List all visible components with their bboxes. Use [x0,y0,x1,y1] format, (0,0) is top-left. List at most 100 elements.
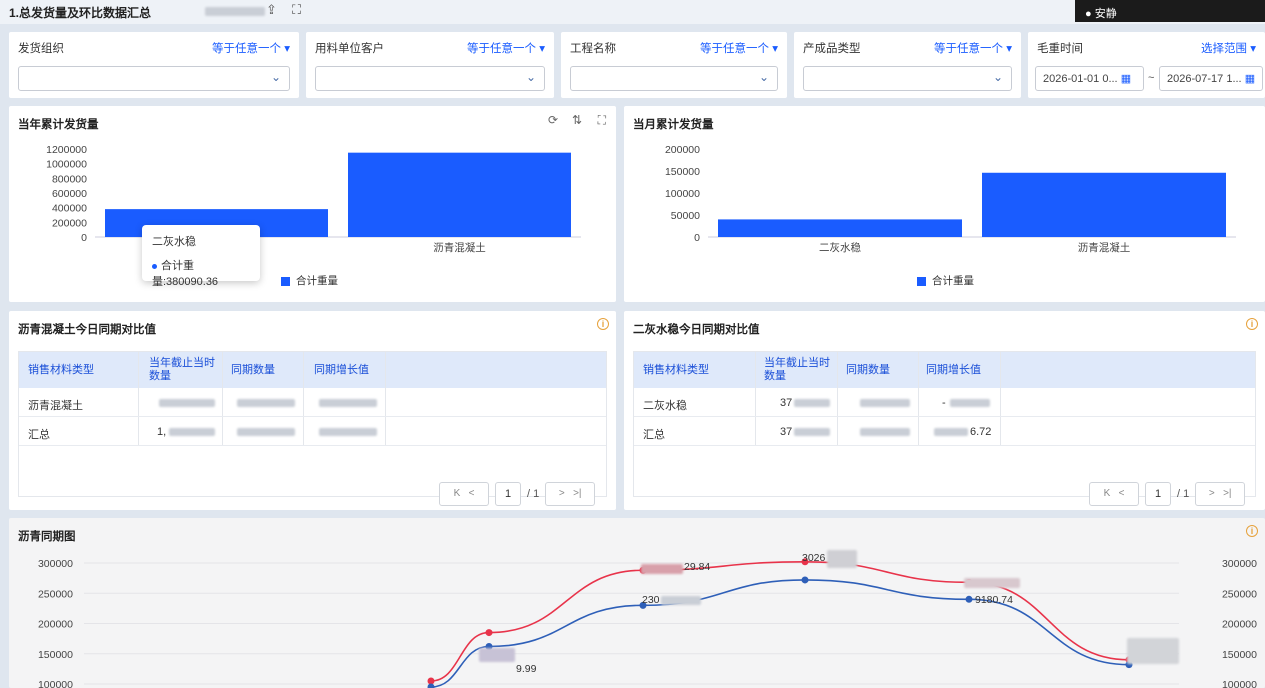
col-header[interactable]: 同期数量 [846,364,890,377]
redacted-cell [169,428,215,436]
table-row[interactable]: 沥青混凝土 [19,388,606,417]
pagination: K < 1 / 1 > >| [439,482,596,506]
y-tick-label: 0 [81,232,87,244]
redacted-cell [950,399,990,407]
redacted-cell [794,399,830,407]
redacted-label [641,564,683,574]
filter-mode[interactable]: 等于任意一个 ▾ [700,40,778,56]
date-end-value: 2026-07-17 1... [1167,73,1242,85]
table2-title: 二灰水稳今日同期对比值 [633,324,760,336]
filter-select[interactable]: ⌄ [570,66,778,91]
filter-mode[interactable]: 等于任意一个 ▾ [934,40,1012,56]
table-row[interactable]: 汇总 1, [19,417,606,446]
filter-product-type: 产成品类型 等于任意一个 ▾ ⌄ [794,32,1021,98]
year-chart-card: 当年累计发货量 ⟳ ⇅ ⛶ 1200000 1000000 800000 600000… [9,106,616,302]
filter-mode[interactable]: 等于任意一个 ▾ [467,40,545,56]
next-last-page-button[interactable]: > >| [545,482,596,506]
tooltip-value-row: 合计重量:380090.36 [152,257,250,289]
col-header[interactable]: 销售材料类型 [28,364,94,377]
col-header[interactable]: 同期增长值 [314,364,369,377]
info-icon[interactable]: i [597,318,609,330]
y-tick-label: 400000 [52,203,87,215]
y-tick-label: 100000 [38,679,73,688]
month-legend[interactable]: 合计重量 [917,273,974,288]
x-tick-label: 沥青混凝土 [433,241,486,254]
y-tick-label: 200000 [38,619,73,631]
info-icon[interactable]: i [1246,318,1258,330]
y-tick-label-right: 300000 [1222,558,1257,570]
legend-label: 合计重量 [296,275,338,287]
table-header-row: 销售材料类型 当年截止当时数量 同期数量 同期增长值 [634,352,1255,388]
redacted-cell [159,399,215,407]
redacted-title [205,7,265,16]
tooltip-value: 合计重量:380090.36 [152,260,219,288]
fullscreen-icon[interactable]: ⛶ [292,2,301,18]
year-legend[interactable]: 合计重量 [281,273,338,288]
page-number-input[interactable]: 1 [1145,482,1171,506]
series-point [965,595,973,603]
redacted-cell [237,428,295,436]
y-tick-label: 50000 [671,210,700,222]
point-label: 3026 [802,552,826,564]
page-title: 1.总发货量及环比数据汇总 [9,6,152,20]
col-header[interactable]: 同期数量 [231,364,275,377]
date-end[interactable]: 2026-07-17 1... ▦ [1159,66,1263,91]
filter-select[interactable]: ⌄ [803,66,1012,91]
redacted-cell [794,428,830,436]
table-row[interactable]: 汇总 37 6.72 [634,417,1255,446]
cell: 1, [157,426,167,438]
filter-org: 发货组织 等于任意一个 ▾ ⌄ [9,32,299,98]
legend-label: 合计重量 [932,275,974,287]
legend-swatch [281,276,290,286]
user-name: 安静 [1094,8,1117,20]
table1: 销售材料类型 当年截止当时数量 同期数量 同期增长值 沥青混凝土 汇总 1, K… [18,351,607,506]
cell: 6.72 [970,426,992,438]
y-tick-label-right: 150000 [1222,649,1257,661]
col-header[interactable]: 当年截止当时数量 [764,357,832,383]
filter-select[interactable]: ⌄ [315,66,545,91]
point-label: 230 [642,594,660,606]
col-header[interactable]: 当年截止当时数量 [149,357,217,383]
filter-weight-time: 毛重时间 选择范围 ▾ 2026-01-01 0... ▦ ~ 2026-07-… [1028,32,1265,98]
next-last-page-button[interactable]: > >| [1195,482,1246,506]
tooltip-category: 二灰水稳 [152,236,196,248]
calendar-icon: ▦ [1120,73,1132,85]
redacted-label [1127,638,1179,664]
y-tick-label-right: 200000 [1222,619,1257,631]
y-tick-label: 100000 [665,188,700,200]
cell: 二灰水稳 [643,400,687,412]
redacted-label [827,550,857,568]
page-number-input[interactable]: 1 [495,482,521,506]
col-header[interactable]: 销售材料类型 [643,364,709,377]
first-last-page-button[interactable]: K < [439,482,489,506]
y-tick-label: 200000 [52,217,87,229]
filter-mode[interactable]: 选择范围 ▾ [1201,40,1256,56]
filter-mode[interactable]: 等于任意一个 ▾ [212,40,290,56]
x-tick-label: 沥青混凝土 [1078,241,1131,254]
calendar-icon: ▦ [1244,73,1256,85]
export-icon[interactable]: ⇪ [266,2,277,18]
stabilized-compare-card: 二灰水稳今日同期对比值 i 销售材料类型 当年截止当时数量 同期数量 同期增长值… [624,311,1265,510]
y-tick-label-right: 100000 [1222,679,1257,688]
series-point [801,576,809,584]
series-point [427,677,435,685]
date-start[interactable]: 2026-01-01 0... ▦ [1035,66,1144,91]
first-last-page-button[interactable]: K < [1089,482,1139,506]
redacted-label [661,596,701,605]
chevron-down-icon: ⌄ [525,70,536,84]
col-header[interactable]: 同期增长值 [926,364,981,377]
y-tick-label: 1200000 [46,144,87,156]
pagination: K < 1 / 1 > >| [1089,482,1246,506]
top-bar: 1.总发货量及环比数据汇总 ⇪ ⛶ ● 安静 [0,0,1265,24]
table2: 销售材料类型 当年截止当时数量 同期数量 同期增长值 二灰水稳 37 - 汇总 … [633,351,1256,506]
page-total: / 1 [527,488,540,500]
bar [718,219,962,237]
filter-select[interactable]: ⌄ [18,66,290,91]
user-badge[interactable]: ● 安静 [1075,0,1265,22]
redacted-cell [860,428,910,436]
redacted-cell [934,428,968,436]
table-row[interactable]: 二灰水稳 37 - [634,388,1255,417]
bar [982,172,1226,237]
cell: 37 [780,397,793,409]
y-tick-label: 150000 [38,649,73,661]
